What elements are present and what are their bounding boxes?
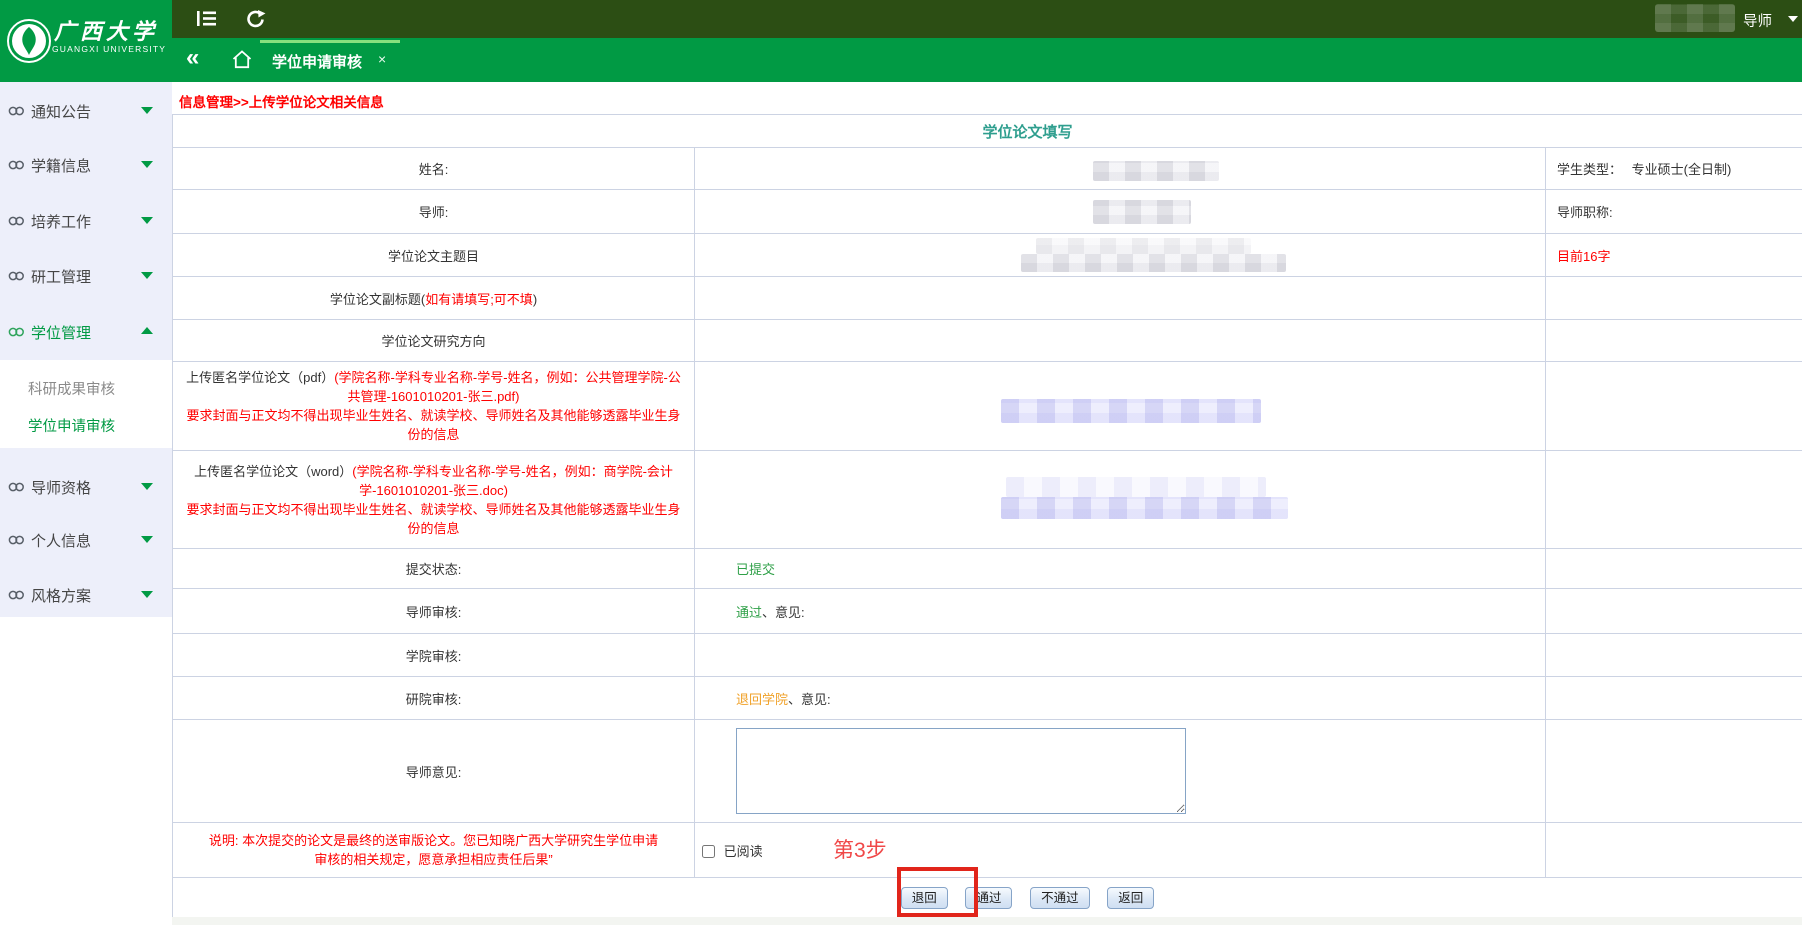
thesis-form-table: 学位论文填写 姓名: 学生类型： 专业硕士(全日制) 导师: 导师职称: 学位论… [172,114,1802,918]
username-redacted [1655,4,1735,32]
form-title: 学位论文填写 [173,115,1802,148]
student-type-value: 专业硕士(全日制) [1632,162,1732,177]
name-value-cell [695,148,1546,190]
chevron-down-icon [141,161,153,168]
research-direction-label: 学位论文研究方向 [173,320,695,362]
advisor-review-value: 通过、意见: [695,589,1546,634]
pdf-upload-label: 上传匿名学位论文（pdf）(学院名称-学科专业名称-学号-姓名，例如：公共管理学… [173,362,695,451]
college-review-label: 学院审核: [173,634,695,677]
thesis-title-label: 学位论文主题目 [173,234,695,277]
name-redacted [1093,161,1219,181]
read-checkbox[interactable] [702,845,715,858]
sidebar-item-student-status[interactable]: 学籍信息 [0,152,172,176]
word-file-link-redacted[interactable] [1001,497,1288,519]
name-label: 姓名: [173,148,695,190]
chevron-down-icon [141,483,153,490]
university-logo: 广西大学 GUANGXI UNIVERSITY [0,0,172,82]
grad-school-review-value: 退回学院、意见: [695,677,1546,720]
action-button-row: 退回 通过 不通过 返回 [173,878,1802,918]
subtitle-label: 学位论文副标题(如有请填写;可不填) [173,277,695,320]
university-name-en: GUANGXI UNIVERSITY [52,44,166,54]
user-menu-caret-icon[interactable] [1788,16,1798,22]
link-icon [8,325,25,343]
thesis-title-redacted [1021,254,1286,272]
sidebar-item-style-scheme[interactable]: 风格方案 [0,582,172,606]
user-role-label[interactable]: 导师 [1743,10,1772,31]
highlight-box-annotation [897,867,978,917]
university-name-cn: 广西大学 [54,14,166,46]
sidebar-item-degree-application-review[interactable]: 学位申请审核 [0,413,172,435]
research-direction-value-cell[interactable] [695,320,1546,362]
back-icon[interactable]: « [186,44,199,72]
breadcrumb: 信息管理>>上传学位论文相关信息 [179,91,384,111]
university-emblem-icon [6,18,52,69]
go-back-button[interactable]: 返回 [1107,887,1154,909]
tab-bar: « 学位申请审核 × [172,38,1802,82]
advisor-review-label: 导师审核: [173,589,695,634]
pdf-file-link-redacted[interactable] [1001,399,1261,423]
pdf-file-cell [695,362,1546,451]
tab-label: 学位申请审核 [272,51,362,72]
chevron-down-icon [141,272,153,279]
advisor-comment-textarea[interactable] [736,728,1186,814]
sidebar-item-training[interactable]: 培养工作 [0,208,172,232]
collapse-menu-icon[interactable] [196,10,218,32]
top-toolbar: 导师 [0,0,1802,38]
sidebar-item-notices[interactable]: 通知公告 [0,98,172,122]
thesis-title-note: 目前16字 [1546,234,1802,277]
submit-status-label: 提交状态: [173,549,695,589]
chevron-down-icon [141,217,153,224]
tab-degree-application-review[interactable]: 学位申请审核 × [260,38,400,82]
step-annotation: 第3步 [833,834,887,864]
link-icon [8,214,25,232]
advisor-comment-label: 导师意见: [173,720,695,823]
link-icon [8,588,25,606]
link-icon [8,104,25,122]
link-icon [8,269,25,287]
sidebar-item-degree-management[interactable]: 学位管理 [0,319,172,343]
thesis-title-value-cell [695,234,1546,277]
chevron-up-icon [141,327,153,334]
subtitle-value-cell[interactable] [695,277,1546,320]
sidebar-nav: 通知公告 学籍信息 培养工作 研工管理 学位管理 科研成果审核 学位申请审核 导… [0,82,172,617]
thesis-title-redacted [1036,238,1251,254]
link-icon [8,158,25,176]
sidebar-item-personal-info[interactable]: 个人信息 [0,527,172,551]
advisor-redacted [1093,200,1191,224]
chevron-down-icon [141,107,153,114]
advisor-label: 导师: [173,190,695,234]
tab-close-icon[interactable]: × [378,51,386,67]
advisor-title-label: 导师职称: [1546,190,1802,234]
read-checkbox-label: 已阅读 [724,844,763,859]
app-window: 导师 « 学位申请审核 × 广西大学 GUANGXI UNIVERSITY [0,0,1802,925]
college-review-value [695,634,1546,677]
page-footer-strip [172,917,1802,925]
refresh-icon[interactable] [246,10,266,33]
chevron-down-icon [141,591,153,598]
declaration-note: 说明: 本次提交的论文是最终的送审版论文。您已知晓广西大学研究生学位申请审核的相… [173,823,695,878]
sidebar-item-advisor-qualification[interactable]: 导师资格 [0,474,172,498]
home-icon[interactable] [232,50,252,74]
word-upload-label: 上传匿名学位论文（word）(学院名称-学科专业名称-学号-姓名，例如：商学院-… [173,451,695,549]
link-icon [8,533,25,551]
student-type-label: 学生类型： [1557,162,1622,177]
advisor-value-cell [695,190,1546,234]
submit-status-value: 已提交 [695,549,1546,589]
word-file-link-redacted[interactable] [1006,477,1266,497]
grad-school-review-label: 研院审核: [173,677,695,720]
reject-button[interactable]: 不通过 [1030,887,1090,909]
word-file-cell [695,451,1546,549]
chevron-down-icon [141,536,153,543]
student-type-cell: 学生类型： 专业硕士(全日制) [1546,148,1802,190]
read-confirm-cell: 已阅读 [695,823,1546,878]
sidebar-item-research-results-review[interactable]: 科研成果审核 [0,376,172,398]
link-icon [8,480,25,498]
sidebar-item-research-work[interactable]: 研工管理 [0,263,172,287]
advisor-comment-cell [695,720,1546,823]
